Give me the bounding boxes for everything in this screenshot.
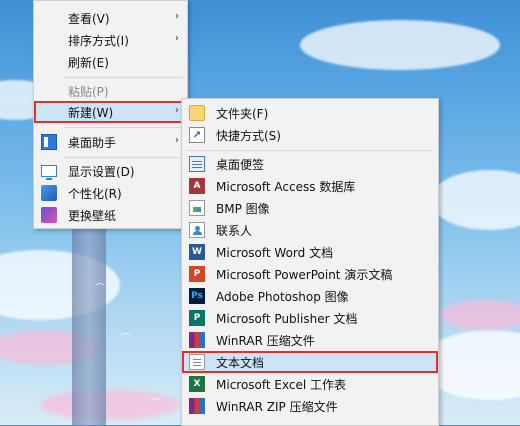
submenu-item-label: Microsoft Excel 工作表 [216,377,347,392]
menu-item-new[interactable]: 新建(W) › [34,101,187,123]
wallpaper-icon [41,207,57,223]
submenu-item-label: Adobe Photoshop 图像 [216,289,349,304]
menu-item-sort-by[interactable]: 排序方式(I) › [34,29,187,51]
menu-item-label: 个性化(R) [68,186,122,201]
menu-item-label: 桌面助手 [68,135,117,150]
new-text-document-item[interactable]: 文本文档 [182,351,438,373]
chevron-right-icon: › [175,11,179,22]
submenu-item-label: Microsoft Word 文档 [216,245,334,260]
new-sticky-note-item[interactable]: 桌面便签 [182,153,438,175]
access-icon: A [189,178,205,194]
chevron-right-icon: › [175,105,179,116]
menu-item-paste: 粘贴(P) [34,80,187,102]
publisher-icon: P [189,310,205,326]
submenu-item-label: 文件夹(F) [216,106,269,121]
submenu-item-label: 快捷方式(S) [216,128,281,143]
display-settings-icon [41,165,57,180]
folder-icon [189,105,205,121]
new-word-item[interactable]: W Microsoft Word 文档 [182,241,438,263]
chevron-right-icon: › [175,135,179,146]
menu-item-label: 粘贴(P) [68,84,109,99]
menu-item-label: 排序方式(I) [68,33,129,48]
submenu-item-label: Microsoft Publisher 文档 [216,311,358,326]
winrar-icon [189,332,205,348]
new-submenu: 文件夹(F) ↗ 快捷方式(S) 桌面便签 A Microsoft Access… [181,98,439,426]
menu-separator [64,127,183,128]
submenu-item-label: 联系人 [216,223,253,238]
menu-separator [64,77,183,78]
new-photoshop-item[interactable]: Ps Adobe Photoshop 图像 [182,285,438,307]
submenu-item-label: BMP 图像 [216,201,270,216]
menu-item-label: 查看(V) [68,11,110,26]
menu-separator [64,157,183,158]
submenu-item-label: 文本文档 [216,355,265,370]
menu-item-label: 显示设置(D) [68,164,135,179]
new-publisher-item[interactable]: P Microsoft Publisher 文档 [182,307,438,329]
submenu-item-label: 桌面便签 [216,157,265,172]
menu-item-label: 更换壁纸 [68,208,117,223]
new-access-item[interactable]: A Microsoft Access 数据库 [182,175,438,197]
submenu-item-label: WinRAR ZIP 压缩文件 [216,399,338,414]
new-winrar-zip-item[interactable]: WinRAR ZIP 压缩文件 [182,395,438,417]
new-excel-item[interactable]: X Microsoft Excel 工作表 [182,373,438,395]
new-shortcut-item[interactable]: ↗ 快捷方式(S) [182,124,438,146]
submenu-item-label: Microsoft Access 数据库 [216,179,356,194]
shortcut-icon: ↗ [189,127,205,143]
powerpoint-icon: P [189,266,205,282]
menu-item-personalize[interactable]: 个性化(R) [34,182,187,204]
menu-item-change-wallpaper[interactable]: 更换壁纸 [34,204,187,226]
contact-icon [189,222,205,238]
menu-separator [188,150,432,151]
new-winrar-item[interactable]: WinRAR 压缩文件 [182,329,438,351]
new-folder-item[interactable]: 文件夹(F) [182,102,438,124]
new-bmp-item[interactable]: BMP 图像 [182,197,438,219]
winrar-zip-icon [189,398,205,414]
personalize-icon [41,185,57,201]
menu-item-view[interactable]: 查看(V) › [34,7,187,29]
menu-item-label: 新建(W) [68,105,114,120]
chevron-right-icon: › [175,33,179,44]
menu-item-display-settings[interactable]: 显示设置(D) [34,160,187,182]
menu-item-label: 刷新(E) [68,55,109,70]
sticky-notes-icon [189,156,205,172]
text-document-icon [189,354,205,370]
bmp-image-icon [189,200,205,216]
new-contact-item[interactable]: 联系人 [182,219,438,241]
menu-item-refresh[interactable]: 刷新(E) [34,51,187,73]
menu-item-desktop-assistant[interactable]: 桌面助手 › [34,131,187,153]
photoshop-icon: Ps [189,288,205,304]
submenu-item-label: Microsoft PowerPoint 演示文稿 [216,267,393,282]
desktop-assistant-icon [41,134,57,150]
tower-silhouette [72,200,106,425]
desktop-context-menu: 查看(V) › 排序方式(I) › 刷新(E) 粘贴(P) 新建(W) › 桌面… [33,0,188,229]
excel-icon: X [189,376,205,392]
word-icon: W [189,244,205,260]
new-powerpoint-item[interactable]: P Microsoft PowerPoint 演示文稿 [182,263,438,285]
submenu-item-label: WinRAR 压缩文件 [216,333,315,348]
